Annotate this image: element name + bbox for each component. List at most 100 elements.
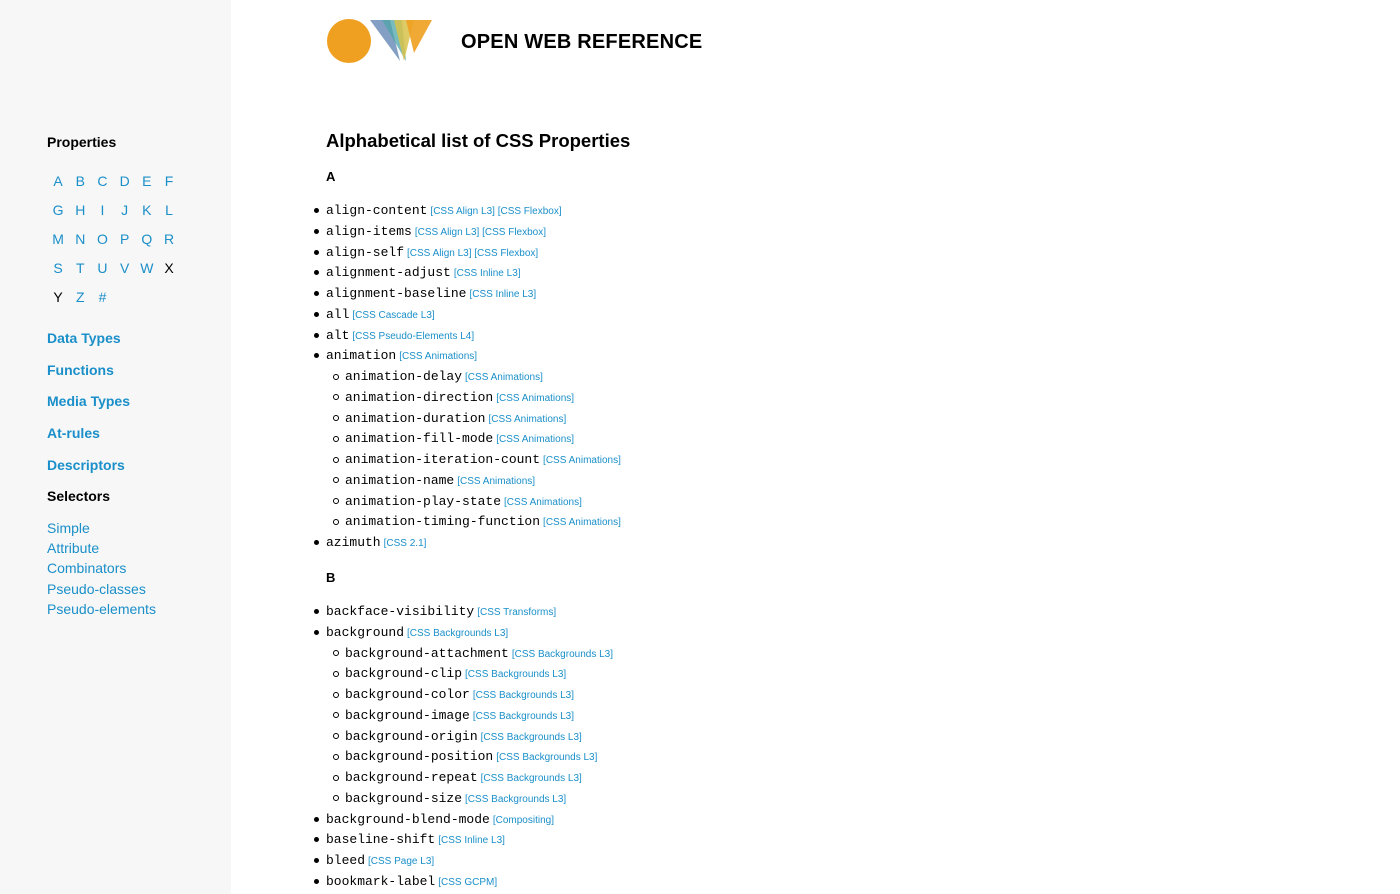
selector-simple[interactable]: Simple [47, 520, 90, 536]
letter-link-n[interactable]: N [69, 231, 91, 247]
disc-bullet-icon [314, 837, 319, 843]
spec-links: [CSS Animations] [457, 476, 535, 487]
letter-link-v[interactable]: V [114, 260, 136, 276]
spec-link[interactable]: [CSS Animations] [496, 434, 574, 445]
spec-link[interactable]: [CSS Flexbox] [482, 227, 546, 238]
letter-link-m[interactable]: M [47, 231, 69, 247]
spec-link[interactable]: [CSS Pseudo-Elements L4] [352, 331, 474, 342]
owr-logo[interactable] [326, 17, 436, 65]
spec-link[interactable]: [CSS Backgrounds L3] [473, 711, 574, 722]
spec-link[interactable]: [CSS Animations] [465, 372, 543, 383]
nav-functions[interactable]: Functions [47, 362, 114, 378]
spec-link[interactable]: [CSS Backgrounds L3] [465, 794, 566, 805]
spec-link[interactable]: [CSS Animations] [543, 517, 621, 528]
spec-link[interactable]: [CSS Animations] [496, 393, 574, 404]
disc-bullet-icon [314, 878, 319, 884]
letter-link-t[interactable]: T [69, 260, 91, 276]
letter-link-o[interactable]: O [91, 231, 113, 247]
property-name: background [326, 624, 405, 640]
spec-link[interactable]: [CSS Transforms] [477, 607, 556, 618]
spec-link[interactable]: [CSS Backgrounds L3] [481, 773, 582, 784]
spec-link[interactable]: [CSS Animations] [488, 414, 566, 425]
nav-data-types[interactable]: Data Types [47, 330, 121, 346]
spec-link[interactable]: [CSS Animations] [543, 455, 621, 466]
circle-bullet-icon [333, 498, 339, 504]
disc-bullet-icon [314, 332, 319, 338]
circle-bullet-icon [333, 435, 339, 442]
property-name: animation-name [345, 472, 455, 488]
letter-link-b[interactable]: B [69, 173, 91, 189]
selector-combinators[interactable]: Combinators [47, 560, 126, 576]
letter-link-h[interactable]: H [69, 202, 91, 218]
selector-attribute[interactable]: Attribute [47, 540, 99, 556]
spec-link[interactable]: [CSS Animations] [457, 476, 535, 487]
spec-links: [CSS Animations] [496, 393, 574, 404]
spec-link[interactable]: [CSS GCPM] [438, 877, 497, 888]
letter-link-l[interactable]: L [158, 202, 180, 218]
spec-link[interactable]: [CSS Flexbox] [498, 206, 562, 217]
selector-pseudo-elements[interactable]: Pseudo-elements [47, 601, 156, 617]
property-name: backface-visibility [326, 604, 475, 619]
letter-link-x: X [164, 259, 174, 276]
letter-link-r[interactable]: R [158, 231, 180, 247]
property-name: bleed [326, 853, 366, 868]
spec-links: [CSS Backgrounds L3] [465, 794, 566, 805]
spec-link[interactable]: [CSS Inline L3] [469, 289, 536, 300]
spec-link[interactable]: [CSS Page L3] [368, 856, 434, 867]
spec-link[interactable]: [CSS 2.1] [384, 538, 427, 549]
spec-link[interactable]: [CSS Align L3] [430, 206, 494, 217]
spec-links: [CSS Backgrounds L3] [481, 732, 582, 743]
letter-link-a[interactable]: A [47, 173, 69, 189]
spec-link[interactable]: [CSS Inline L3] [454, 268, 521, 279]
spec-link[interactable]: [CSS Align L3] [415, 227, 479, 238]
spec-links: [CSS Animations] [465, 372, 543, 383]
letter-link-s[interactable]: S [47, 260, 69, 276]
spec-link[interactable]: [CSS Align L3] [407, 248, 471, 259]
letter-link-j[interactable]: J [114, 202, 136, 218]
property-item: background-position [CSS Backgrounds L3] [313, 746, 613, 767]
nav-at-rules[interactable]: At-rules [47, 425, 100, 441]
spec-links: [CSS Animations] [496, 434, 574, 445]
letter-link-q[interactable]: Q [136, 231, 158, 247]
spec-links: [CSS Backgrounds L3] [407, 628, 508, 639]
spec-link[interactable]: [CSS Animations] [504, 497, 582, 508]
spec-links: [CSS Align L3] [CSS Flexbox] [415, 227, 546, 238]
spec-link[interactable]: [CSS Backgrounds L3] [473, 690, 574, 701]
property-item: animation-direction [CSS Animations] [313, 387, 621, 408]
letter-link-z[interactable]: Z [69, 289, 91, 305]
spec-link[interactable]: [Compositing] [493, 815, 554, 826]
properties-heading: Properties [47, 134, 117, 150]
spec-link[interactable]: [CSS Backgrounds L3] [481, 732, 582, 743]
spec-link[interactable]: [CSS Inline L3] [438, 835, 505, 846]
letter-link-w[interactable]: W [136, 260, 158, 276]
letter-link-u[interactable]: U [91, 260, 113, 276]
letter-link-e[interactable]: E [136, 173, 158, 189]
nav-media-types[interactable]: Media Types [47, 393, 130, 409]
selector-pseudo-classes[interactable]: Pseudo-classes [47, 581, 146, 597]
property-item: all [CSS Cascade L3] [313, 304, 621, 325]
spec-link[interactable]: [CSS Backgrounds L3] [407, 628, 508, 639]
site-title[interactable]: OPEN WEB REFERENCE [461, 31, 702, 54]
spec-link[interactable]: [CSS Backgrounds L3] [512, 649, 613, 660]
circle-bullet-icon [333, 795, 339, 802]
letter-link-f[interactable]: F [158, 173, 180, 189]
letter-link-d[interactable]: D [114, 173, 136, 189]
spec-link[interactable]: [CSS Flexbox] [474, 248, 538, 259]
property-name: animation [326, 348, 397, 364]
letter-link-g[interactable]: G [47, 202, 69, 218]
property-item: align-self [CSS Align L3] [CSS Flexbox] [313, 242, 621, 263]
letter-link-i[interactable]: I [91, 202, 113, 218]
nav-descriptors[interactable]: Descriptors [47, 457, 125, 473]
letter-index: A B C D E F G H I J K L M N O P Q R S T U V W X Y Z # [47, 166, 187, 311]
letter-link-hash[interactable]: # [91, 289, 113, 305]
spec-link[interactable]: [CSS Cascade L3] [352, 310, 434, 321]
spec-link[interactable]: [CSS Animations] [399, 351, 477, 362]
property-item: animation-delay [CSS Animations] [313, 366, 621, 387]
letter-link-p[interactable]: P [114, 231, 136, 247]
spec-links: [CSS Backgrounds L3] [473, 690, 574, 701]
letter-link-c[interactable]: C [91, 173, 113, 189]
letter-link-k[interactable]: K [136, 202, 158, 218]
spec-link[interactable]: [CSS Backgrounds L3] [496, 752, 597, 763]
spec-link[interactable]: [CSS Backgrounds L3] [465, 669, 566, 680]
property-item: background-attachment [CSS Backgrounds L3… [313, 643, 613, 664]
